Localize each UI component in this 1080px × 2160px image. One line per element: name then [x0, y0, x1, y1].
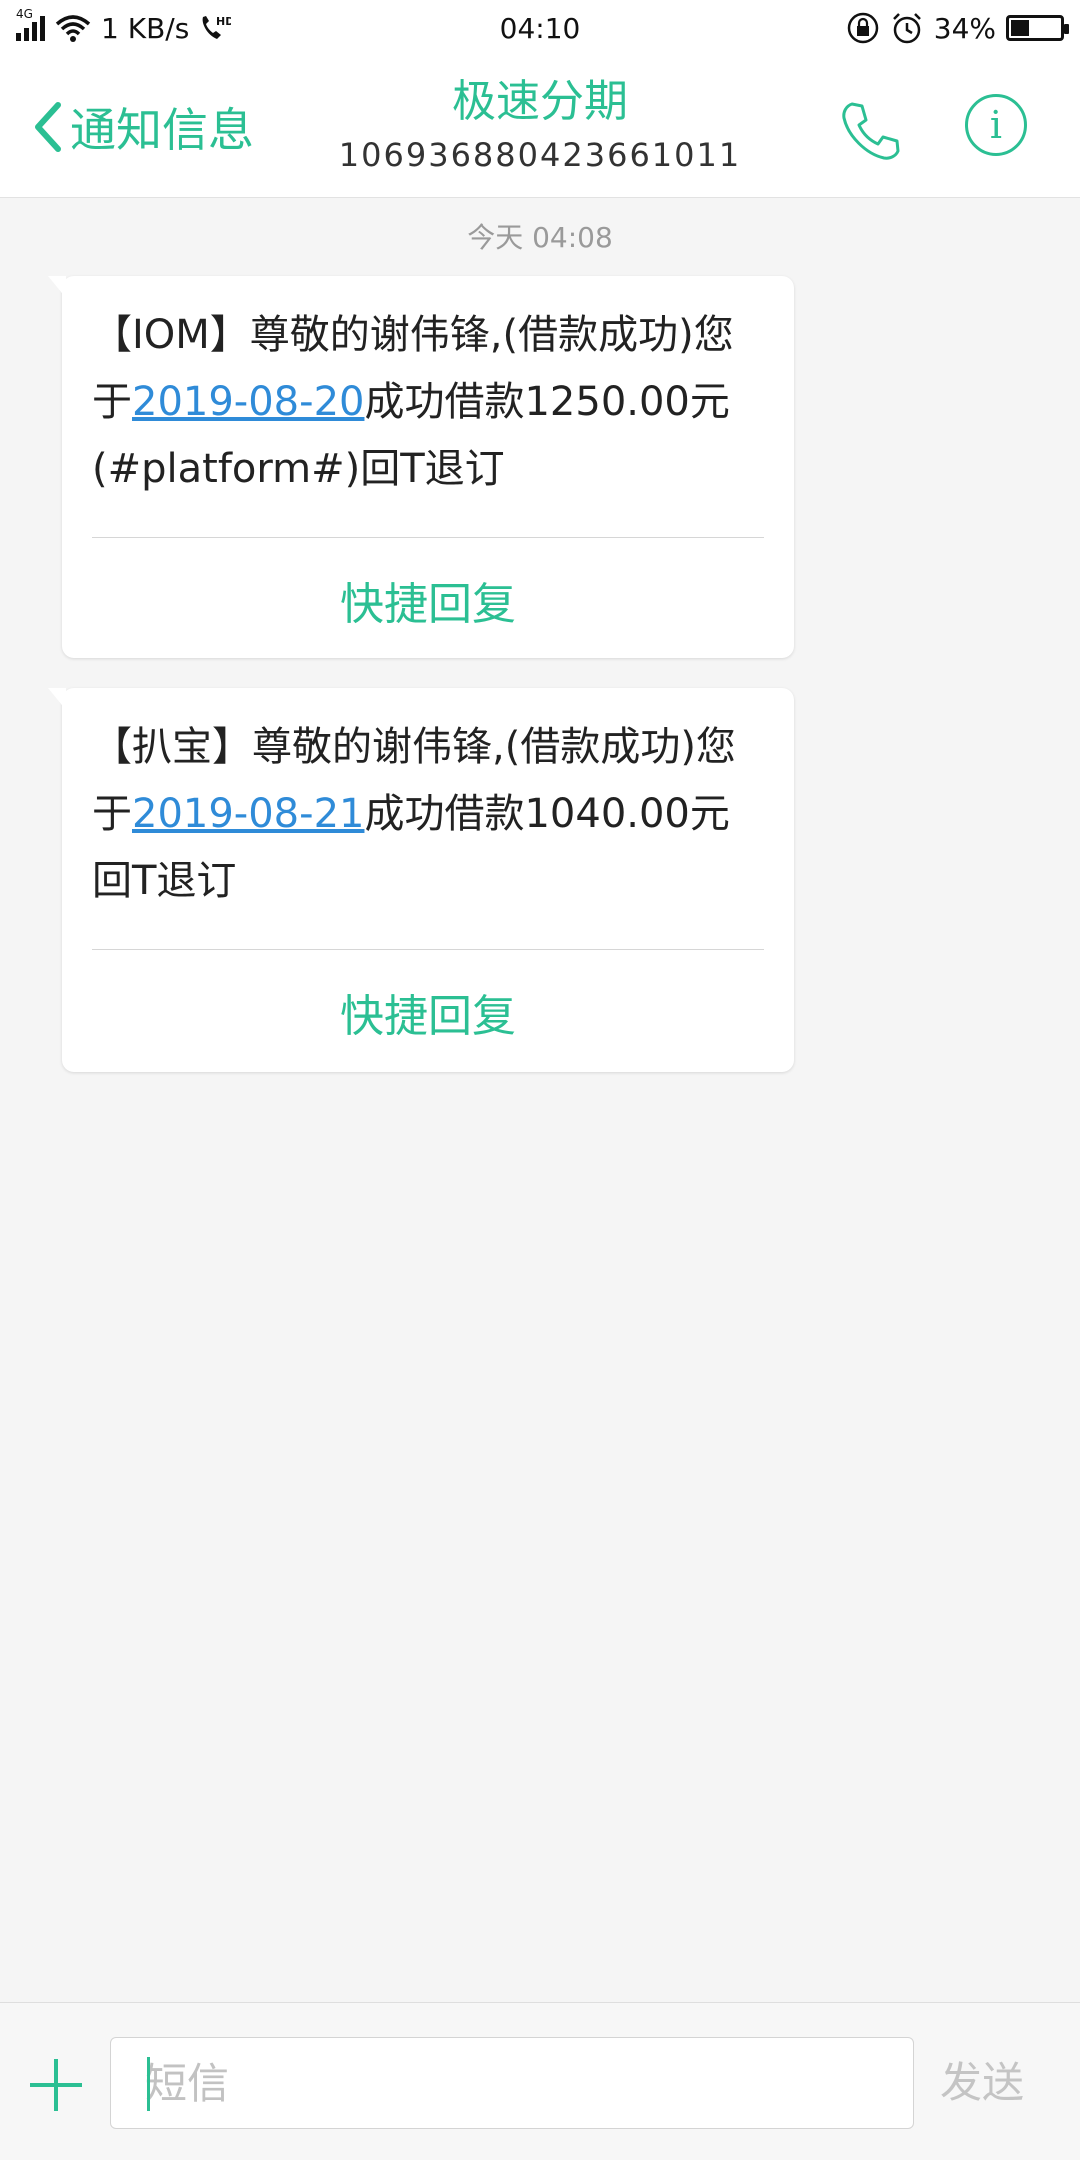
- wifi-icon: [55, 15, 91, 42]
- message-timestamp: 今天 04:08: [467, 221, 613, 254]
- status-right: 34%: [846, 11, 1069, 45]
- hd-call-icon: HD: [202, 15, 231, 39]
- contact-info: 极速分期 106936880423661011: [0, 74, 1080, 174]
- contact-number: 106936880423661011: [338, 136, 742, 174]
- contact-name: 极速分期: [452, 76, 628, 127]
- battery-percent: 34%: [933, 11, 996, 45]
- hd-label: HD: [216, 15, 231, 28]
- date-link[interactable]: 2019-08-21: [132, 791, 364, 837]
- text-caret: [147, 2057, 150, 2111]
- network-type: 4G: [16, 7, 33, 21]
- compose-bar: 发送: [0, 2002, 1080, 2160]
- status-bar: 4G 1 KB/s HD 04:10 34%: [0, 0, 1080, 56]
- signal-icon: 4G: [16, 7, 45, 41]
- rotation-lock-icon: [847, 12, 879, 44]
- network-speed: 1 KB/s: [101, 11, 190, 45]
- sms-input[interactable]: [110, 2037, 914, 2129]
- alarm-icon: [892, 13, 921, 44]
- message-text: 【IOM】尊敬的谢伟锋,(借款成功)您于2019-08-20成功借款1250.0…: [62, 276, 794, 537]
- info-icon[interactable]: i: [965, 94, 1027, 156]
- message-bubble[interactable]: 【IOM】尊敬的谢伟锋,(借款成功)您于2019-08-20成功借款1250.0…: [48, 276, 794, 658]
- quick-reply-button[interactable]: 快捷回复: [62, 538, 794, 662]
- battery-icon: [1006, 15, 1069, 41]
- add-attachment-button[interactable]: [26, 2055, 86, 2115]
- phone-icon[interactable]: [838, 98, 904, 164]
- status-left: 4G 1 KB/s HD: [16, 7, 231, 45]
- message-text: 【扒宝】尊敬的谢伟锋,(借款成功)您于2019-08-21成功借款1040.00…: [62, 688, 794, 949]
- message-bubble[interactable]: 【扒宝】尊敬的谢伟锋,(借款成功)您于2019-08-21成功借款1040.00…: [48, 688, 794, 1074]
- date-link[interactable]: 2019-08-20: [132, 379, 364, 425]
- conversation-header: 通知信息 极速分期 106936880423661011 i: [0, 56, 1080, 198]
- quick-reply-button[interactable]: 快捷回复: [62, 950, 794, 1074]
- send-button[interactable]: 发送: [940, 2049, 1024, 2110]
